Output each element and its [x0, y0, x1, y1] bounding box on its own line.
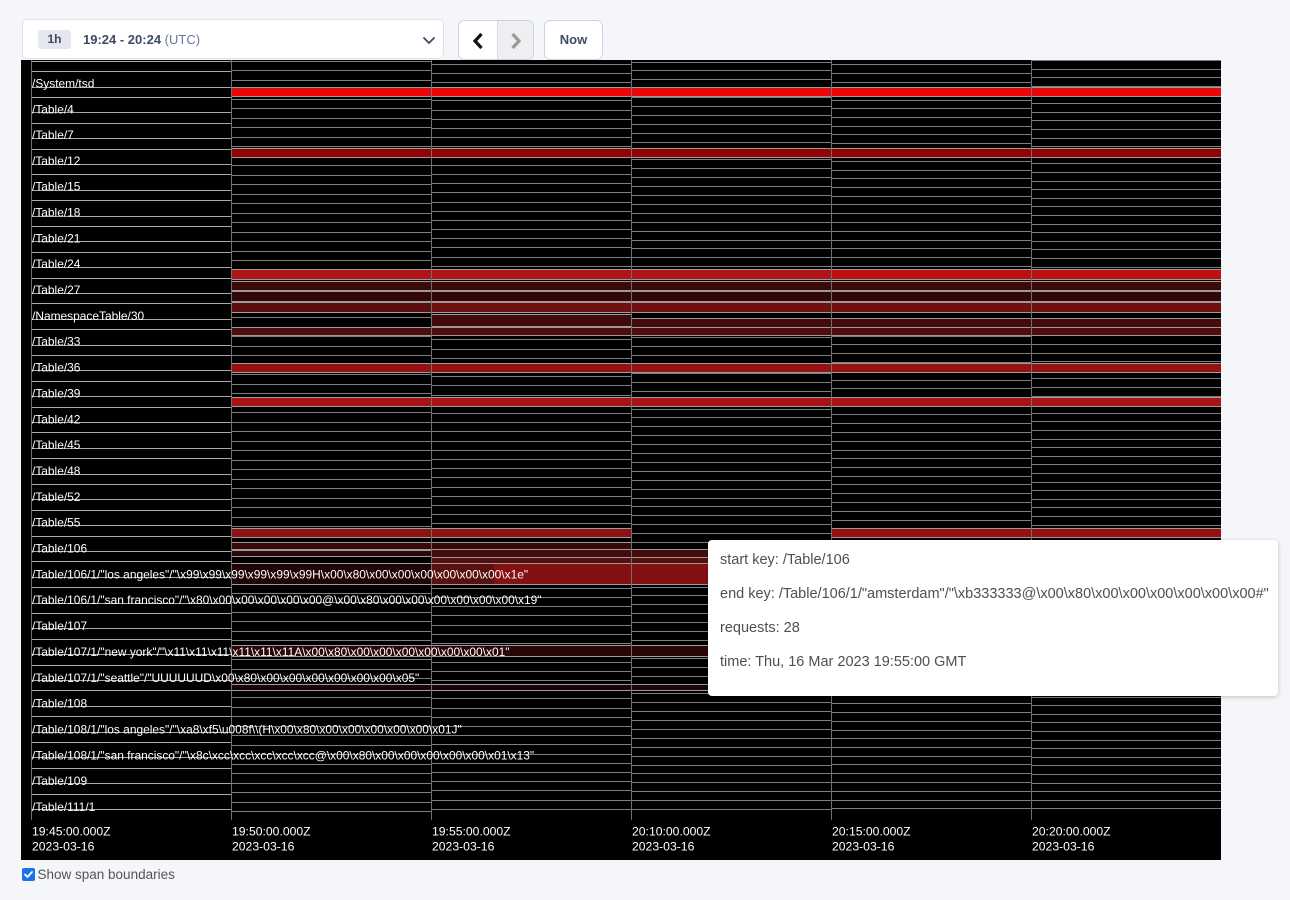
- svg-text:/NamespaceTable/30: /NamespaceTable/30: [32, 309, 145, 323]
- svg-text:/Table/21: /Table/21: [32, 231, 81, 245]
- svg-text:/Table/107: /Table/107: [32, 619, 87, 633]
- svg-text:19:55:00.000Z: 19:55:00.000Z: [432, 824, 511, 838]
- svg-text:19:50:00.000Z: 19:50:00.000Z: [232, 824, 311, 838]
- svg-text:/Table/7: /Table/7: [32, 128, 74, 142]
- svg-text:2023-03-16: 2023-03-16: [232, 839, 295, 853]
- svg-text:2023-03-16: 2023-03-16: [1032, 839, 1095, 853]
- svg-text:19:45:00.000Z: 19:45:00.000Z: [32, 824, 111, 838]
- svg-text:2023-03-16: 2023-03-16: [632, 839, 695, 853]
- svg-text:/Table/111/1: /Table/111/1: [32, 800, 96, 814]
- svg-text:/Table/107/1/"new york"/"\x11\: /Table/107/1/"new york"/"\x11\x11\x11\x1…: [32, 645, 510, 659]
- svg-text:/Table/18: /Table/18: [32, 206, 81, 220]
- svg-text:/Table/106: /Table/106: [32, 542, 87, 556]
- svg-text:/Table/108: /Table/108: [32, 697, 87, 711]
- svg-text:/Table/106/1/"san francisco"/": /Table/106/1/"san francisco"/"\x80\x00\x…: [32, 593, 542, 607]
- svg-text:/Table/33: /Table/33: [32, 335, 81, 349]
- svg-text:/Table/36: /Table/36: [32, 361, 81, 375]
- svg-text:20:20:00.000Z: 20:20:00.000Z: [1032, 824, 1111, 838]
- svg-text:/Table/42: /Table/42: [32, 412, 81, 426]
- svg-text:/Table/106/1/"los angeles"/"\x: /Table/106/1/"los angeles"/"\x99\x99\x99…: [32, 567, 528, 581]
- svg-text:/Table/4: /Table/4: [32, 102, 74, 116]
- svg-text:20:10:00.000Z: 20:10:00.000Z: [632, 824, 711, 838]
- svg-text:/Table/109: /Table/109: [32, 774, 87, 788]
- svg-text:2023-03-16: 2023-03-16: [32, 839, 95, 853]
- svg-text:/Table/45: /Table/45: [32, 438, 81, 452]
- svg-text:20:15:00.000Z: 20:15:00.000Z: [832, 824, 911, 838]
- svg-text:/Table/48: /Table/48: [32, 464, 81, 478]
- svg-text:/Table/24: /Table/24: [32, 257, 81, 271]
- svg-text:2023-03-16: 2023-03-16: [432, 839, 495, 853]
- svg-text:/Table/15: /Table/15: [32, 180, 81, 194]
- svg-text:/Table/39: /Table/39: [32, 386, 81, 400]
- svg-text:/Table/12: /Table/12: [32, 154, 81, 168]
- svg-text:/Table/52: /Table/52: [32, 490, 81, 504]
- svg-text:2023-03-16: 2023-03-16: [832, 839, 895, 853]
- svg-text:/Table/27: /Table/27: [32, 283, 81, 297]
- svg-text:/Table/107/1/"seattle"/"UUUUUU: /Table/107/1/"seattle"/"UUUUUUD\x00\x80\…: [32, 671, 419, 685]
- svg-text:/System/tsd: /System/tsd: [32, 76, 94, 90]
- svg-text:/Table/108/1/"san francisco"/": /Table/108/1/"san francisco"/"\x8c\xcc\x…: [32, 748, 534, 762]
- svg-text:/Table/108/1/"los angeles"/"\x: /Table/108/1/"los angeles"/"\xa8\xf5\u00…: [32, 723, 462, 737]
- svg-text:/Table/55: /Table/55: [32, 516, 81, 530]
